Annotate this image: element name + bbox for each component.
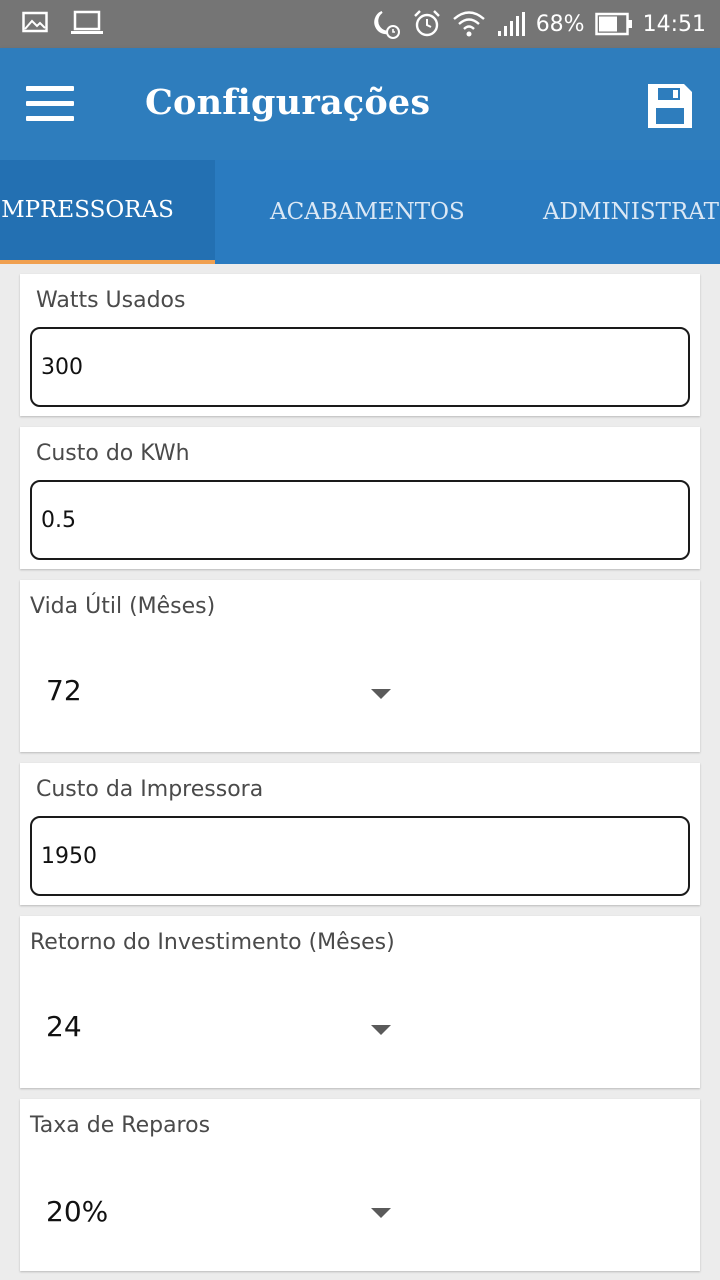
custo-impressora-input[interactable]: 1950 [30, 816, 690, 896]
tab-label: ACABAMENTOS [270, 199, 465, 225]
image-icon [22, 10, 48, 40]
retorno-select[interactable]: 24 [20, 986, 700, 1076]
alarm-icon [412, 9, 442, 39]
taxa-reparos-select[interactable]: 20% [20, 1169, 700, 1259]
custo-impressora-value: 1950 [41, 843, 97, 869]
moon-clock-icon [368, 8, 402, 40]
kwh-label: Custo do KWh [36, 441, 190, 466]
kwh-card: Custo do KWh 0.5 [20, 427, 700, 569]
retorno-label: Retorno do Investimento (Mêses) [30, 930, 395, 955]
battery-icon [594, 12, 633, 36]
retorno-value: 24 [46, 1010, 82, 1043]
kwh-input[interactable]: 0.5 [30, 480, 690, 560]
custo-impressora-label: Custo da Impressora [36, 777, 264, 802]
dropdown-arrow-icon [371, 689, 391, 699]
battery-percent: 68% [535, 11, 585, 37]
vida-util-select[interactable]: 72 [20, 650, 700, 740]
status-bar: 68% 14:51 [0, 0, 720, 48]
watts-value: 300 [41, 354, 83, 380]
tab-impressoras[interactable]: IMPRESSORAS [0, 160, 215, 264]
vida-util-card: Vida Útil (Mêses) 72 [20, 580, 700, 752]
tab-bar: IMPRESSORAS ACABAMENTOS ADMINISTRATIVO [0, 160, 720, 264]
save-icon[interactable] [646, 82, 694, 130]
menu-icon[interactable] [26, 86, 74, 122]
vida-util-label: Vida Útil (Mêses) [30, 594, 216, 619]
tab-acabamentos[interactable]: ACABAMENTOS [270, 160, 465, 264]
watts-card: Watts Usados 300 [20, 274, 700, 416]
tab-label: IMPRESSORAS [0, 197, 174, 223]
wifi-icon [452, 9, 486, 39]
taxa-reparos-value: 20% [46, 1195, 109, 1228]
watts-label: Watts Usados [36, 288, 186, 313]
tab-label: ADMINISTRATIVO [543, 199, 720, 225]
dropdown-arrow-icon [371, 1208, 391, 1218]
laptop-icon [70, 10, 104, 40]
vida-util-value: 72 [46, 674, 82, 707]
page-title: Configurações [145, 82, 431, 123]
custo-impressora-card: Custo da Impressora 1950 [20, 763, 700, 905]
kwh-value: 0.5 [41, 507, 76, 533]
clock-time: 14:51 [642, 11, 706, 37]
dropdown-arrow-icon [371, 1025, 391, 1035]
retorno-card: Retorno do Investimento (Mêses) 24 [20, 916, 700, 1088]
app-bar: Configurações [0, 48, 720, 160]
watts-input[interactable]: 300 [30, 327, 690, 407]
tab-administrativo[interactable]: ADMINISTRATIVO [543, 160, 720, 264]
taxa-reparos-card: Taxa de Reparos 20% [20, 1099, 700, 1271]
signal-icon [496, 11, 526, 37]
taxa-reparos-label: Taxa de Reparos [30, 1113, 211, 1138]
